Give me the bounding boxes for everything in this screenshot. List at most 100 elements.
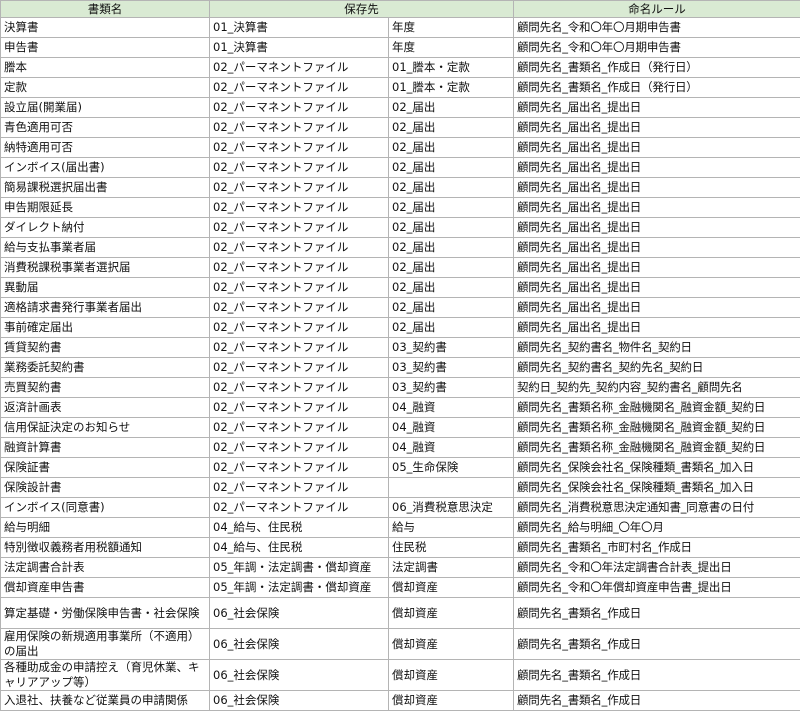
cell-folder-level2[interactable]: 02_届出: [389, 118, 514, 138]
cell-document-name[interactable]: 簡易課税選択届出書: [1, 178, 210, 198]
cell-document-name[interactable]: 特別徴収義務者用税額通知: [1, 538, 210, 558]
cell-folder-level1[interactable]: 02_パーマネントファイル: [210, 58, 389, 78]
cell-naming-rule[interactable]: 顧問先名_令和〇年〇月期申告書: [514, 38, 800, 58]
cell-folder-level2[interactable]: 02_届出: [389, 138, 514, 158]
cell-folder-level1[interactable]: 05_年調・法定調書・償却資産: [210, 558, 389, 578]
cell-folder-level2[interactable]: 償却資産: [389, 660, 514, 691]
cell-folder-level1[interactable]: 02_パーマネントファイル: [210, 218, 389, 238]
cell-folder-level2[interactable]: 年度: [389, 38, 514, 58]
cell-folder-level2[interactable]: 04_融資: [389, 398, 514, 418]
cell-naming-rule[interactable]: 顧問先名_契約書名_契約先名_契約日: [514, 358, 800, 378]
cell-naming-rule[interactable]: 顧問先名_書類名称_金融機関名_融資金額_契約日: [514, 398, 800, 418]
cell-folder-level2[interactable]: 償却資産: [389, 691, 514, 711]
cell-naming-rule[interactable]: 顧問先名_消費税意思決定通知書_同意書の日付: [514, 498, 800, 518]
cell-folder-level1[interactable]: 02_パーマネントファイル: [210, 278, 389, 298]
cell-document-name[interactable]: 算定基礎・労働保険申告書・社会保険: [1, 598, 210, 629]
cell-folder-level1[interactable]: 02_パーマネントファイル: [210, 298, 389, 318]
cell-folder-level1[interactable]: 02_パーマネントファイル: [210, 358, 389, 378]
cell-folder-level2[interactable]: 償却資産: [389, 629, 514, 660]
cell-folder-level2[interactable]: 償却資産: [389, 578, 514, 598]
cell-naming-rule[interactable]: 顧問先名_令和〇年償却資産申告書_提出日: [514, 578, 800, 598]
cell-folder-level1[interactable]: 02_パーマネントファイル: [210, 198, 389, 218]
cell-naming-rule[interactable]: 顧問先名_届出名_提出日: [514, 318, 800, 338]
cell-folder-level2[interactable]: 償却資産: [389, 598, 514, 629]
cell-folder-level1[interactable]: 02_パーマネントファイル: [210, 158, 389, 178]
cell-folder-level2[interactable]: 03_契約書: [389, 338, 514, 358]
cell-naming-rule[interactable]: 顧問先名_令和〇年法定調書合計表_提出日: [514, 558, 800, 578]
cell-folder-level2[interactable]: 02_届出: [389, 298, 514, 318]
cell-folder-level2[interactable]: 02_届出: [389, 98, 514, 118]
cell-naming-rule[interactable]: 顧問先名_書類名_作成日: [514, 691, 800, 711]
cell-folder-level2[interactable]: [389, 478, 514, 498]
cell-folder-level2[interactable]: 03_契約書: [389, 358, 514, 378]
cell-folder-level1[interactable]: 02_パーマネントファイル: [210, 138, 389, 158]
cell-folder-level1[interactable]: 02_パーマネントファイル: [210, 118, 389, 138]
cell-folder-level2[interactable]: 06_消費税意思決定: [389, 498, 514, 518]
cell-folder-level1[interactable]: 02_パーマネントファイル: [210, 78, 389, 98]
header-naming-rule[interactable]: 命名ルール: [514, 1, 800, 18]
cell-folder-level2[interactable]: 04_融資: [389, 438, 514, 458]
cell-folder-level2[interactable]: 01_謄本・定款: [389, 58, 514, 78]
cell-folder-level2[interactable]: 年度: [389, 18, 514, 38]
cell-folder-level1[interactable]: 06_社会保険: [210, 691, 389, 711]
cell-folder-level1[interactable]: 02_パーマネントファイル: [210, 338, 389, 358]
cell-folder-level1[interactable]: 06_社会保険: [210, 598, 389, 629]
cell-naming-rule[interactable]: 顧問先名_届出名_提出日: [514, 298, 800, 318]
cell-naming-rule[interactable]: 顧問先名_届出名_提出日: [514, 118, 800, 138]
cell-naming-rule[interactable]: 顧問先名_書類名_作成日: [514, 629, 800, 660]
cell-naming-rule[interactable]: 顧問先名_書類名_作成日: [514, 598, 800, 629]
cell-naming-rule[interactable]: 顧問先名_届出名_提出日: [514, 218, 800, 238]
cell-folder-level1[interactable]: 02_パーマネントファイル: [210, 438, 389, 458]
cell-naming-rule[interactable]: 顧問先名_書類名_作成日（発行日）: [514, 78, 800, 98]
cell-folder-level2[interactable]: 04_融資: [389, 418, 514, 438]
cell-folder-level1[interactable]: 06_社会保険: [210, 629, 389, 660]
cell-folder-level1[interactable]: 04_給与、住民税: [210, 518, 389, 538]
cell-document-name[interactable]: 給与明細: [1, 518, 210, 538]
cell-document-name[interactable]: 入退社、扶養など従業員の申請関係: [1, 691, 210, 711]
cell-naming-rule[interactable]: 顧問先名_令和〇年〇月期申告書: [514, 18, 800, 38]
cell-folder-level2[interactable]: 01_謄本・定款: [389, 78, 514, 98]
cell-document-name[interactable]: 謄本: [1, 58, 210, 78]
cell-folder-level1[interactable]: 02_パーマネントファイル: [210, 238, 389, 258]
cell-naming-rule[interactable]: 顧問先名_保険会社名_保険種類_書類名_加入日: [514, 478, 800, 498]
cell-folder-level1[interactable]: 02_パーマネントファイル: [210, 398, 389, 418]
cell-document-name[interactable]: ダイレクト納付: [1, 218, 210, 238]
header-save-location[interactable]: 保存先: [210, 1, 514, 18]
cell-document-name[interactable]: 賃貸契約書: [1, 338, 210, 358]
cell-naming-rule[interactable]: 顧問先名_書類名_市町村名_作成日: [514, 538, 800, 558]
cell-document-name[interactable]: 申告書: [1, 38, 210, 58]
cell-document-name[interactable]: 青色適用可否: [1, 118, 210, 138]
cell-document-name[interactable]: 信用保証決定のお知らせ: [1, 418, 210, 438]
cell-folder-level1[interactable]: 02_パーマネントファイル: [210, 478, 389, 498]
cell-document-name[interactable]: 納特適用可否: [1, 138, 210, 158]
cell-document-name[interactable]: 保険証書: [1, 458, 210, 478]
cell-document-name[interactable]: 適格請求書発行事業者届出: [1, 298, 210, 318]
cell-document-name[interactable]: 保険設計書: [1, 478, 210, 498]
cell-folder-level2[interactable]: 03_契約書: [389, 378, 514, 398]
cell-document-name[interactable]: 決算書: [1, 18, 210, 38]
cell-document-name[interactable]: 業務委託契約書: [1, 358, 210, 378]
cell-naming-rule[interactable]: 顧問先名_書類名称_金融機関名_融資金額_契約日: [514, 418, 800, 438]
cell-naming-rule[interactable]: 顧問先名_届出名_提出日: [514, 138, 800, 158]
cell-folder-level1[interactable]: 01_決算書: [210, 18, 389, 38]
cell-folder-level1[interactable]: 02_パーマネントファイル: [210, 258, 389, 278]
cell-document-name[interactable]: 消費税課税事業者選択届: [1, 258, 210, 278]
cell-document-name[interactable]: 償却資産申告書: [1, 578, 210, 598]
cell-naming-rule[interactable]: 顧問先名_給与明細_〇年〇月: [514, 518, 800, 538]
cell-naming-rule[interactable]: 顧問先名_届出名_提出日: [514, 258, 800, 278]
cell-document-name[interactable]: 定款: [1, 78, 210, 98]
cell-folder-level1[interactable]: 02_パーマネントファイル: [210, 418, 389, 438]
cell-document-name[interactable]: 融資計算書: [1, 438, 210, 458]
cell-document-name[interactable]: 給与支払事業者届: [1, 238, 210, 258]
cell-naming-rule[interactable]: 顧問先名_届出名_提出日: [514, 98, 800, 118]
cell-folder-level1[interactable]: 06_社会保険: [210, 660, 389, 691]
cell-folder-level2[interactable]: 給与: [389, 518, 514, 538]
cell-naming-rule[interactable]: 顧問先名_届出名_提出日: [514, 238, 800, 258]
cell-naming-rule[interactable]: 顧問先名_書類名_作成日（発行日）: [514, 58, 800, 78]
cell-folder-level1[interactable]: 02_パーマネントファイル: [210, 318, 389, 338]
cell-folder-level2[interactable]: 02_届出: [389, 258, 514, 278]
cell-folder-level1[interactable]: 01_決算書: [210, 38, 389, 58]
cell-naming-rule[interactable]: 顧問先名_書類名_作成日: [514, 660, 800, 691]
cell-folder-level2[interactable]: 02_届出: [389, 238, 514, 258]
cell-document-name[interactable]: インボイス(同意書): [1, 498, 210, 518]
